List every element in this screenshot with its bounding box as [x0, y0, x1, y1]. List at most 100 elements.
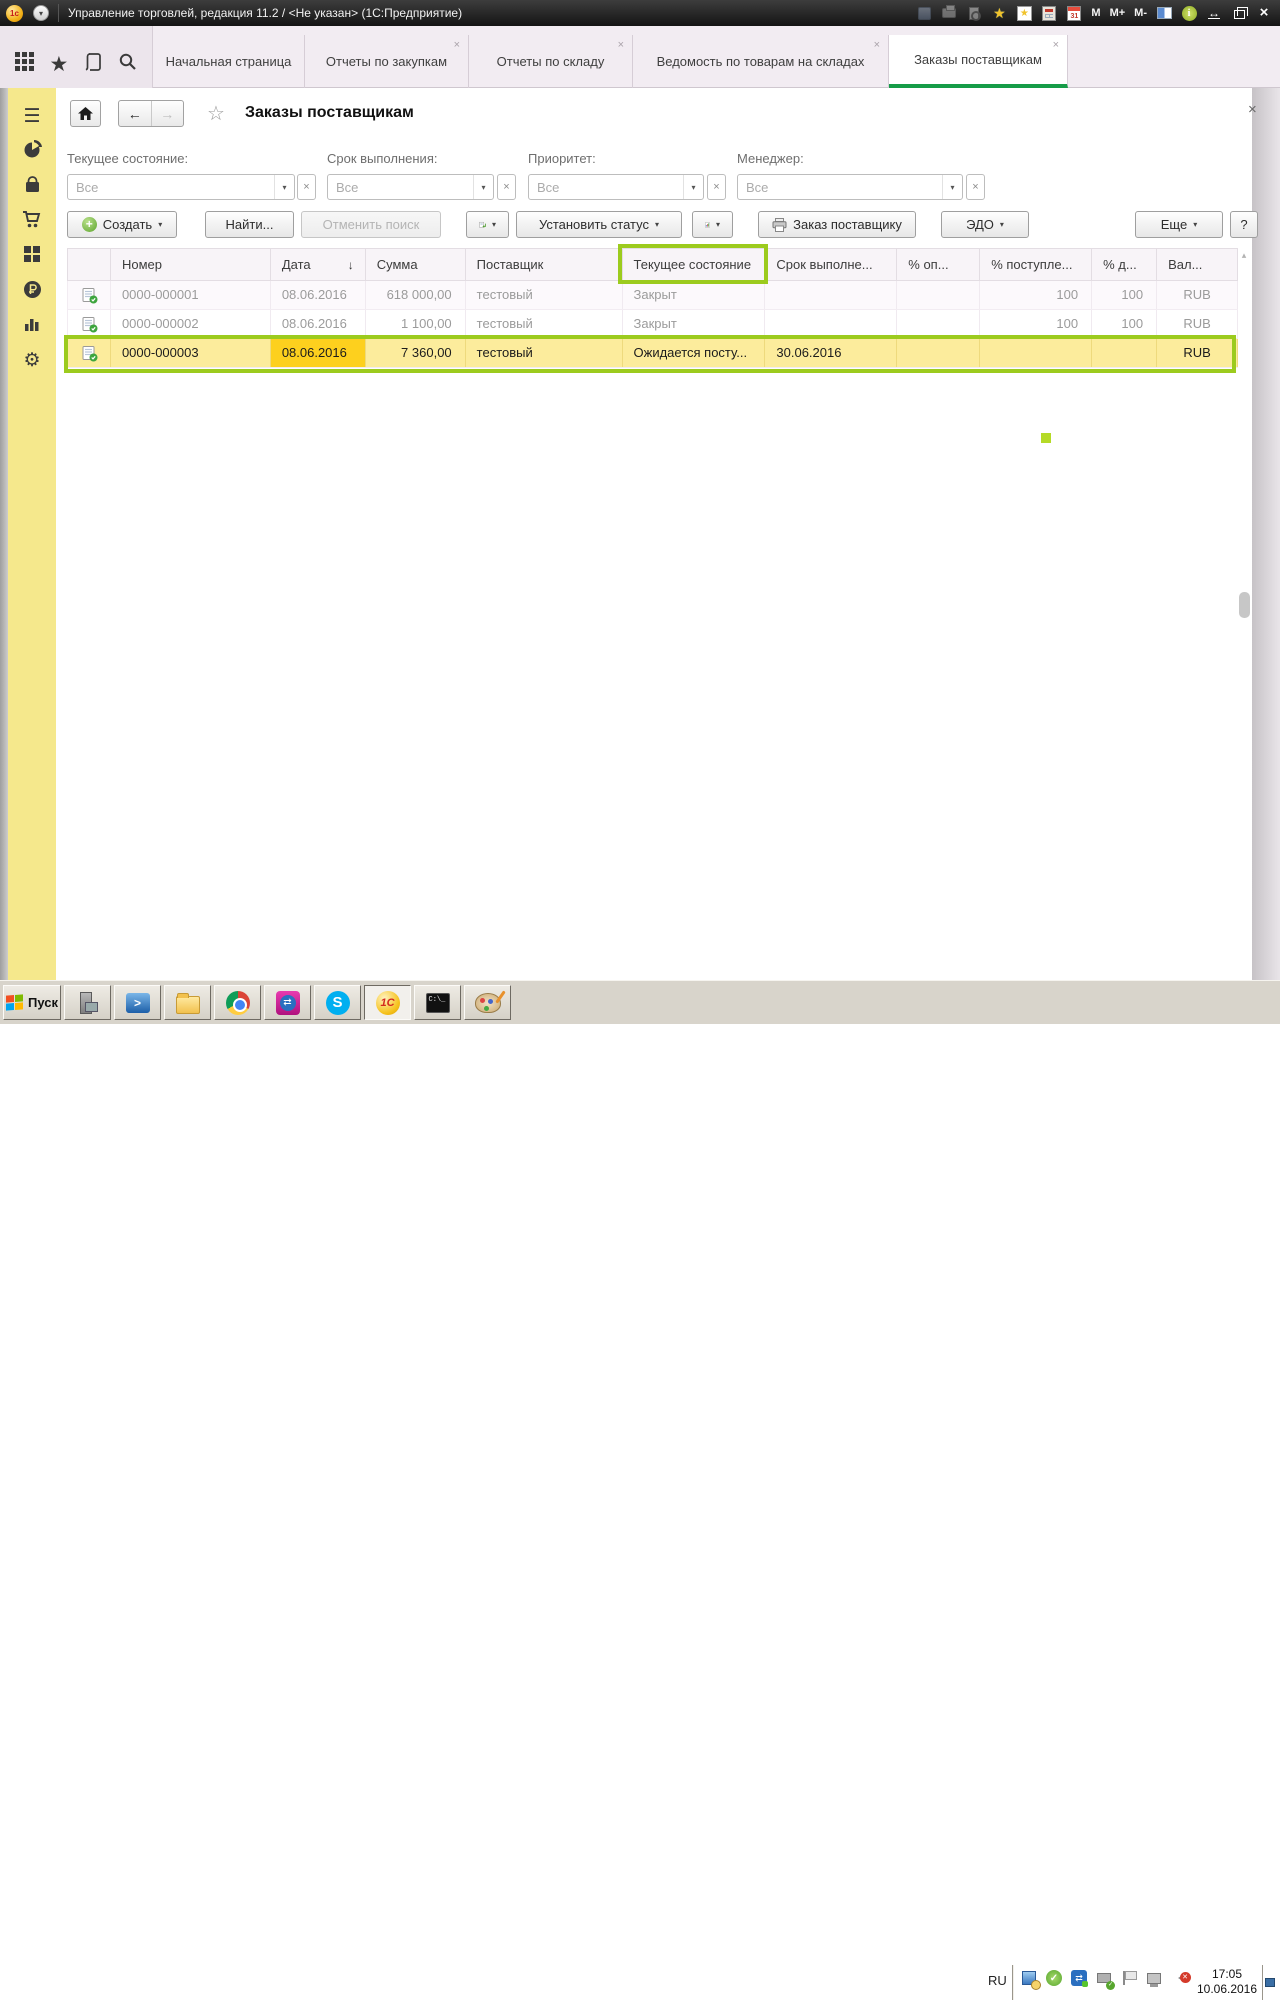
find-button[interactable]: Найти... — [205, 211, 294, 238]
taskbar-item-cmd[interactable]: C:\_ — [414, 985, 461, 1020]
memory-m-plus-button[interactable]: M+ — [1110, 7, 1126, 19]
column-header-currency[interactable]: Вал... — [1157, 249, 1238, 280]
sections-grid-icon[interactable] — [15, 52, 34, 76]
history-icon[interactable] — [84, 52, 103, 77]
column-header-pct-debt[interactable]: % д... — [1092, 249, 1157, 280]
start-button[interactable]: Пуск — [3, 985, 61, 1020]
more-button[interactable]: Еще ▾ — [1135, 211, 1223, 238]
tab-close-icon[interactable]: × — [454, 39, 460, 51]
fit-width-icon[interactable]: ↔ — [1206, 5, 1222, 21]
info-icon[interactable]: i — [1181, 5, 1197, 21]
taskbar-item-1c-active[interactable]: 1С — [364, 985, 411, 1020]
tab-close-icon[interactable]: × — [874, 39, 880, 51]
tray-action-center-flag-icon[interactable] — [1120, 1969, 1138, 1987]
tab-close-icon[interactable]: × — [1053, 39, 1059, 51]
help-button[interactable]: ? — [1230, 211, 1258, 238]
tray-volume-muted-icon[interactable] — [1170, 1969, 1188, 1987]
taskbar-item-paint[interactable] — [464, 985, 511, 1020]
taskbar-item-explorer[interactable] — [164, 985, 211, 1020]
dropdown-arrow-icon[interactable]: ▾ — [473, 175, 493, 199]
column-header-pct-received[interactable]: % поступле... — [980, 249, 1092, 280]
main-menu-dropdown-button[interactable]: ▾ — [33, 5, 49, 21]
tab-goods-statement[interactable]: Ведомость по товарам на складах × — [633, 35, 889, 88]
filter-due-clear-button[interactable]: × — [497, 174, 516, 200]
language-indicator[interactable]: RU — [988, 1973, 1007, 1988]
restore-window-button[interactable] — [1231, 5, 1247, 21]
table-row[interactable]: 0000-000001 08.06.2016 618 000,00 тестов… — [67, 281, 1238, 310]
tab-home[interactable]: Начальная страница — [153, 35, 305, 88]
tray-scheduler-icon[interactable] — [1020, 1969, 1038, 1987]
add-favorite-icon[interactable]: ★ — [991, 5, 1007, 21]
memory-m-button[interactable]: M — [1091, 7, 1100, 19]
table-row-selected[interactable]: 0000-000003 08.06.2016 7 360,00 тестовый… — [67, 339, 1238, 368]
back-button[interactable]: ← — [119, 101, 152, 126]
column-header-pct-paid[interactable]: % оп... — [897, 249, 980, 280]
memory-m-minus-button[interactable]: M- — [1134, 7, 1147, 19]
create-label: Создать — [103, 217, 152, 232]
favorite-star-icon[interactable]: ☆ — [207, 101, 225, 126]
tab-purchase-reports[interactable]: Отчеты по закупкам × — [305, 35, 469, 88]
column-header-date[interactable]: Дата ↓ — [271, 249, 366, 280]
filter-due-combobox[interactable]: Все ▾ — [327, 174, 494, 200]
taskbar-item-teamviewer[interactable]: ⇄ — [264, 985, 311, 1020]
filter-state-combobox[interactable]: Все ▾ — [67, 174, 295, 200]
search-icon[interactable] — [118, 52, 137, 76]
calculator-icon[interactable] — [1041, 5, 1057, 21]
load-table-icon-button[interactable]: ▾ — [466, 211, 509, 238]
cancel-search-button[interactable]: Отменить поиск — [301, 211, 441, 238]
shopping-bag-section-icon[interactable] — [8, 175, 56, 200]
taskbar-item-skype[interactable]: S — [314, 985, 361, 1020]
main-menu-icon[interactable]: ☰ — [8, 106, 56, 128]
supplier-order-print-button[interactable]: Заказ поставщику — [758, 211, 916, 238]
taskbar-item-powershell[interactable]: > — [114, 985, 161, 1020]
form-close-icon[interactable]: × — [1248, 101, 1257, 118]
column-header-supplier[interactable]: Поставщик — [466, 249, 623, 280]
scrollbar-up-icon[interactable]: ▴ — [1238, 250, 1250, 261]
favorites-icon[interactable]: ★ — [1016, 5, 1032, 21]
taskbar-item-chrome[interactable] — [214, 985, 261, 1020]
ruble-finance-section-icon[interactable] — [8, 280, 56, 305]
shopping-cart-section-icon[interactable] — [8, 210, 56, 235]
filter-priority-combobox[interactable]: Все ▾ — [528, 174, 704, 200]
table-row[interactable]: 0000-000002 08.06.2016 1 100,00 тестовый… — [67, 310, 1238, 339]
cell-currency: RUB — [1157, 310, 1238, 338]
home-button[interactable] — [70, 100, 101, 127]
tab-close-icon[interactable]: × — [618, 39, 624, 51]
tab-supplier-orders[interactable]: Заказы поставщикам × — [889, 35, 1068, 88]
filter-priority-clear-button[interactable]: × — [707, 174, 726, 200]
column-header-due[interactable]: Срок выполне... — [765, 249, 897, 280]
forward-button[interactable]: → — [152, 101, 184, 126]
taskbar-item-computer[interactable] — [64, 985, 111, 1020]
settings-gear-icon[interactable]: ⚙ — [8, 350, 56, 372]
create-button[interactable]: + Создать ▾ — [67, 211, 177, 238]
dropdown-arrow-icon[interactable]: ▾ — [683, 175, 703, 199]
set-status-button[interactable]: Установить статус ▾ — [516, 211, 682, 238]
dropdown-arrow-icon[interactable]: ▾ — [274, 175, 294, 199]
column-header-state[interactable]: Текущее состояние — [623, 249, 766, 280]
show-desktop-button[interactable] — [1262, 1965, 1277, 2000]
column-header-number[interactable]: Номер — [111, 249, 271, 280]
filter-manager-clear-button[interactable]: × — [966, 174, 985, 200]
edo-button[interactable]: ЭДО ▾ — [941, 211, 1029, 238]
filter-manager-combobox[interactable]: Все ▾ — [737, 174, 963, 200]
tray-antivirus-check-icon[interactable]: ✓ — [1045, 1969, 1063, 1987]
filter-state-clear-button[interactable]: × — [297, 174, 316, 200]
split-window-icon[interactable] — [1156, 5, 1172, 21]
window-grid-section-icon[interactable] — [8, 245, 56, 269]
close-window-button[interactable]: × — [1256, 5, 1272, 21]
scrollbar-thumb[interactable] — [1239, 592, 1250, 618]
favorites-star-icon[interactable]: ★ — [49, 52, 68, 77]
tab-warehouse-reports[interactable]: Отчеты по складу × — [469, 35, 633, 88]
bar-chart-section-icon[interactable] — [8, 315, 56, 339]
dropdown-arrow-icon[interactable]: ▾ — [942, 175, 962, 199]
pie-chart-section-icon[interactable] — [8, 140, 56, 165]
tray-clock[interactable]: 17:05 10.06.2016 — [1196, 1967, 1258, 1997]
column-header-sum[interactable]: Сумма — [366, 249, 466, 280]
tray-teamviewer-icon[interactable]: ⇄ — [1070, 1969, 1088, 1987]
calendar-icon[interactable]: 31 — [1066, 5, 1082, 21]
cell-currency: RUB — [1157, 281, 1238, 309]
tray-network-icon[interactable] — [1145, 1969, 1163, 1987]
chart-report-icon-button[interactable]: ▾ — [692, 211, 733, 238]
column-header-icon[interactable] — [68, 249, 111, 280]
tray-usb-icon[interactable] — [1095, 1969, 1113, 1987]
